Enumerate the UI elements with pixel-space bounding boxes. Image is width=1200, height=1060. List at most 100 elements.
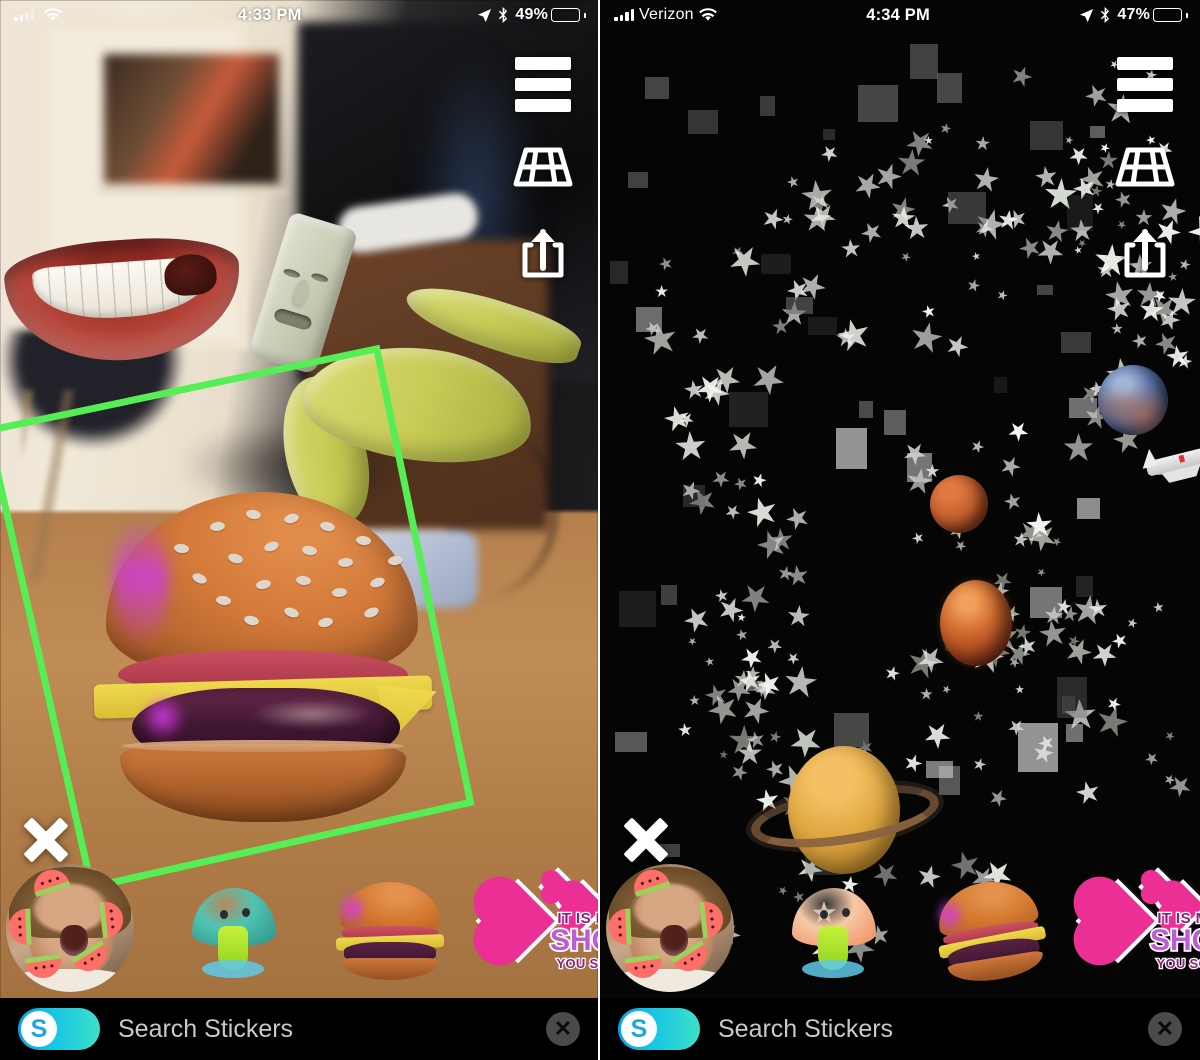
mushroom-puddle <box>802 960 864 978</box>
planet-mars-lower[interactable] <box>940 580 1012 666</box>
mushroom-sticker <box>780 874 888 982</box>
perspective-grid-icon <box>1114 146 1176 195</box>
cabinet-divider <box>98 190 288 194</box>
star <box>996 452 1024 480</box>
star <box>721 501 743 523</box>
burger-thumbnail <box>330 876 450 980</box>
star <box>784 505 811 532</box>
clear-search-button[interactable]: ✕ <box>1148 1012 1182 1046</box>
sticker-tray[interactable]: IT IS MONDAY! SHOWING YOU SOME LOVE <box>0 858 598 998</box>
star <box>1008 420 1029 441</box>
star <box>1067 144 1091 168</box>
star <box>943 332 973 362</box>
skype-letter: S <box>630 1014 648 1043</box>
battery-cap <box>1186 12 1188 18</box>
skype-logo-button[interactable]: S <box>618 1008 700 1050</box>
star <box>737 692 774 729</box>
noise-block <box>883 410 906 435</box>
noise-block <box>823 129 836 141</box>
battery-percent: 49% <box>515 6 548 23</box>
star <box>712 470 730 488</box>
noise-block <box>1056 677 1087 719</box>
search-input[interactable] <box>118 1014 528 1044</box>
sticker-mushroom[interactable] <box>780 874 888 982</box>
sticker-avatar[interactable] <box>600 864 734 992</box>
shuttle-tail <box>1138 448 1158 469</box>
bluetooth-icon <box>498 7 509 23</box>
sticker-search-bar: S ✕ <box>600 998 1200 1060</box>
menu-button[interactable] <box>1114 56 1176 112</box>
planet-mars-upper[interactable] <box>930 475 988 533</box>
close-button[interactable] <box>14 808 76 870</box>
sticker-mushroom[interactable] <box>180 874 288 982</box>
surface-grid-button[interactable] <box>512 144 574 196</box>
battery-body <box>551 8 580 22</box>
sticker-burger[interactable] <box>930 874 1050 987</box>
love-text: IT IS MONDAY! SHOWING YOU SOME LOVE <box>1148 909 1200 971</box>
noise-block <box>760 254 792 275</box>
cellular-signal-icon <box>614 9 634 21</box>
skype-logo-icon: S <box>621 1011 657 1047</box>
mushroom-puddle <box>202 960 264 978</box>
star <box>938 121 953 136</box>
share-button[interactable] <box>512 228 574 282</box>
star <box>1018 237 1042 261</box>
star <box>714 593 747 626</box>
status-time: 4:34 PM <box>866 5 930 24</box>
star <box>1187 214 1200 248</box>
close-button[interactable] <box>614 808 676 870</box>
star <box>741 491 784 534</box>
banana-sticker[interactable] <box>268 273 587 534</box>
noise-block <box>609 261 629 284</box>
skype-logo-button[interactable]: S <box>18 1008 100 1050</box>
love-line-3: YOU SOME LOVE <box>1155 955 1200 971</box>
search-input[interactable] <box>718 1014 1130 1044</box>
star <box>972 709 985 722</box>
sticker-avatar[interactable] <box>0 864 134 992</box>
overlay-controls <box>512 56 574 282</box>
face-mouth <box>272 306 314 332</box>
location-arrow-icon <box>1079 8 1094 23</box>
star <box>970 440 984 454</box>
noise-block <box>746 680 764 692</box>
sticker-burger[interactable] <box>330 876 450 980</box>
status-right: 49% <box>477 6 598 24</box>
mushroom-eye-left <box>220 910 228 919</box>
clear-search-button[interactable]: ✕ <box>546 1012 580 1046</box>
carrier-label: Verizon <box>639 6 694 23</box>
surface-grid-button[interactable] <box>1114 144 1176 196</box>
star <box>735 629 748 642</box>
dual-screenshot-comparison: 4:33 PM 49% IT IS SH YOU S S Search Stic… <box>0 0 1200 1060</box>
menu-button[interactable] <box>512 56 574 112</box>
noise-block <box>1036 284 1054 295</box>
hamburger-menu-icon <box>1117 56 1173 112</box>
avatar <box>6 864 134 992</box>
status-bar: 4:33 PM 49% <box>0 0 598 30</box>
share-button[interactable] <box>1114 228 1176 282</box>
sticker-tray[interactable]: IT IS MONDAY! SHOWING YOU SOME LOVE <box>600 858 1200 998</box>
status-right: 47% <box>1079 6 1200 24</box>
mushroom-eye-left <box>820 910 828 919</box>
burger-sticker[interactable] <box>88 492 438 822</box>
sticker-love[interactable]: IT IS MONDAY! SHOWING YOU SOME LOVE <box>1081 869 1200 987</box>
noise-block <box>729 392 768 428</box>
star <box>687 694 702 709</box>
star <box>718 749 728 759</box>
star <box>900 251 912 263</box>
mushroom-eye-right <box>242 908 250 917</box>
share-upload-icon <box>1119 226 1171 287</box>
skype-letter: S <box>30 1014 48 1043</box>
space-shuttle[interactable] <box>1136 431 1200 493</box>
sticker-love[interactable]: IT IS MONDAY! SHOWING YOU SOME LOVE <box>481 869 598 987</box>
mouth-sticker[interactable] <box>2 231 245 369</box>
star <box>728 761 751 784</box>
planet-earth[interactable] <box>1098 365 1168 435</box>
star <box>1014 684 1025 695</box>
noise-block <box>859 400 874 418</box>
star <box>1035 566 1047 578</box>
star <box>1077 237 1089 249</box>
face-eye-right <box>310 271 329 284</box>
star <box>965 276 983 294</box>
star <box>1057 427 1100 470</box>
battery-body <box>1153 8 1182 22</box>
